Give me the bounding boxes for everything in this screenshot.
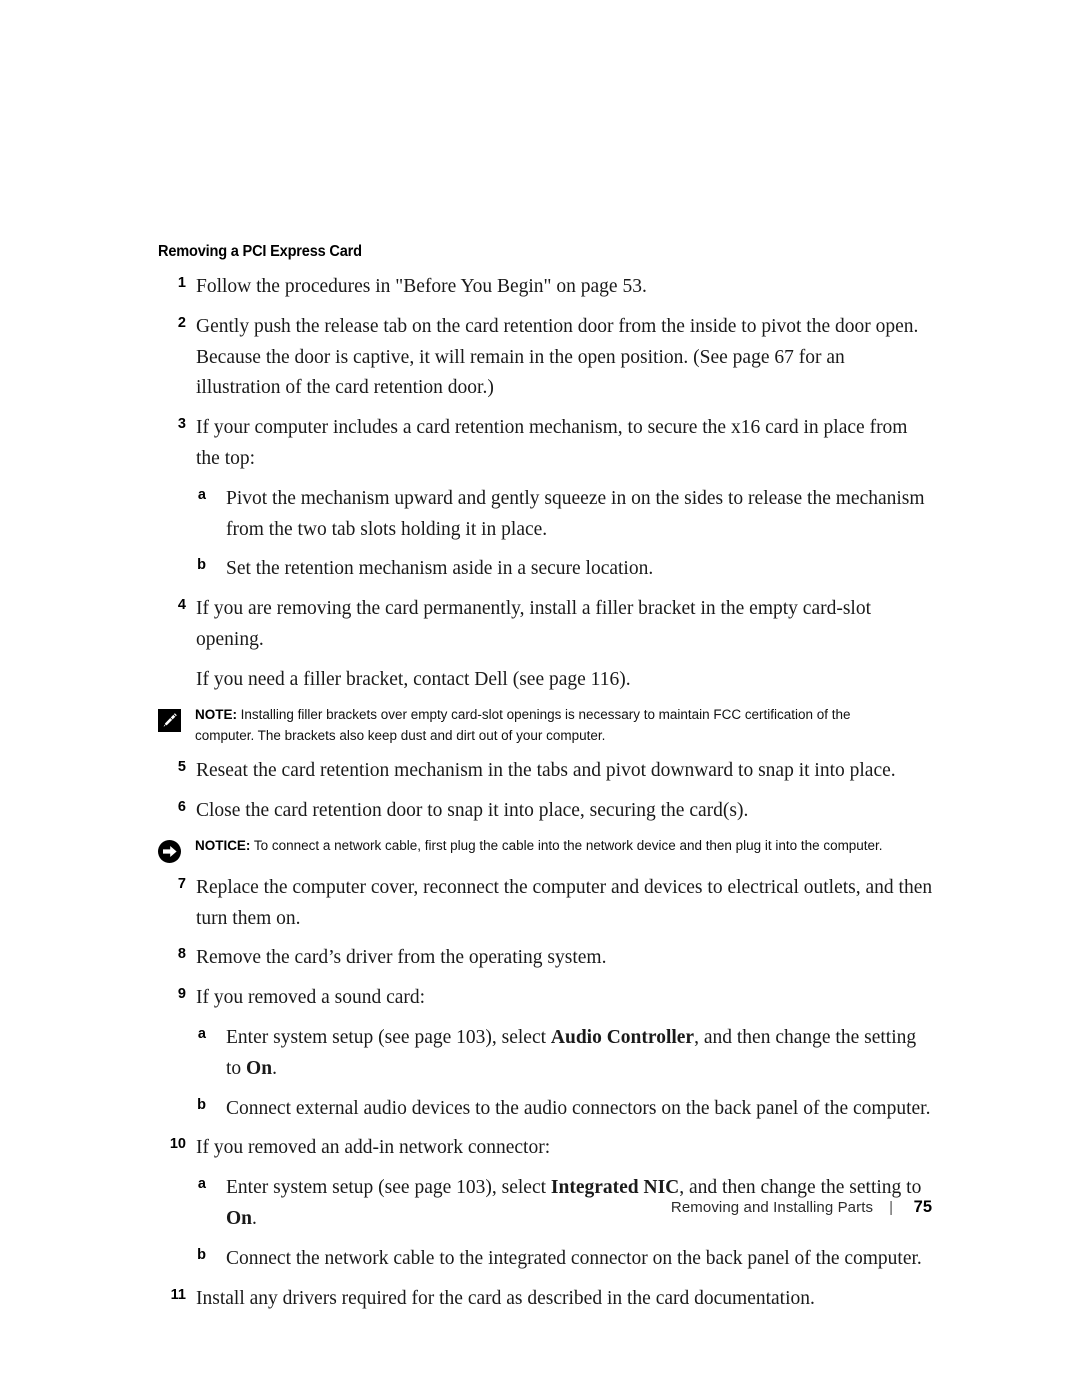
step-marker: 3 <box>177 416 186 433</box>
numbered-step: 6 Close the card retention door to snap i… <box>158 796 934 827</box>
footer-chapter-title: Removing and Installing Parts <box>670 1199 874 1216</box>
notice-callout-label: NOTICE: <box>195 837 251 854</box>
step-marker: b <box>197 1096 206 1113</box>
step-text: Set the retention mechanism aside in a s… <box>226 554 934 585</box>
lettered-substep: a Enter system setup (see page 103), sele… <box>196 1023 934 1085</box>
step-marker: 1 <box>177 275 186 291</box>
notice-callout-body: To connect a network cable, first plug t… <box>250 837 883 854</box>
procedure-step-list: 1 Follow the procedures in "Before You Be… <box>158 272 934 1314</box>
numbered-step: 8 Remove the card’s driver from the opera… <box>158 943 934 974</box>
step-text-run: Reseat the card retention mechanism in t… <box>196 760 896 782</box>
step-text: If your computer includes a card retenti… <box>196 413 934 475</box>
notice-callout: NOTICE: To connect a network cable, firs… <box>158 836 934 864</box>
step-text: Connect the network cable to the integra… <box>226 1244 934 1275</box>
step-text: Enter system setup (see page 103), selec… <box>226 1023 934 1085</box>
step-marker: 8 <box>177 946 186 963</box>
step-text-run: If your computer includes a card retenti… <box>196 417 908 469</box>
step-marker: 11 <box>170 1286 186 1303</box>
page-content: Removing a PCI Express Card 1 Follow the … <box>158 243 934 1323</box>
step-marker: a <box>197 1025 206 1042</box>
numbered-step: 9 If you removed a sound card: <box>158 983 934 1014</box>
note-callout-text: NOTE: Installing filler brackets over em… <box>195 705 897 748</box>
step-text-run: Gently push the release tab on the card … <box>196 315 919 399</box>
step-marker: 5 <box>177 759 186 776</box>
step-text-run: If you removed an add-in network connect… <box>196 1137 551 1159</box>
emphasis-text: Integrated NIC <box>550 1177 680 1199</box>
step-text-run: Connect the network cable to the integra… <box>226 1247 922 1269</box>
step-continuation-text: If you need a filler bracket, contact De… <box>196 668 631 690</box>
step-text-run: If you are removing the card permanently… <box>196 598 872 650</box>
lettered-substep: b Connect the network cable to the integr… <box>196 1244 934 1275</box>
step-text-run: Enter system setup (see page 103), selec… <box>226 1177 551 1199</box>
numbered-step: 2 Gently push the release tab on the card… <box>158 312 934 404</box>
notice-callout-text: NOTICE: To connect a network cable, firs… <box>195 836 897 857</box>
emphasis-text: On <box>246 1057 273 1079</box>
step-marker: a <box>197 486 206 503</box>
step-text-run: Remove the card’s driver from the operat… <box>196 947 607 969</box>
lettered-substep: b Set the retention mechanism aside in a … <box>196 554 934 585</box>
step-text-run: Install any drivers required for the car… <box>196 1287 815 1309</box>
lettered-substep: a Pivot the mechanism upward and gently s… <box>196 484 934 546</box>
step-text-run: Connect external audio devices to the au… <box>226 1097 931 1119</box>
step-marker: 6 <box>177 798 186 815</box>
step-text: Connect external audio devices to the au… <box>226 1094 934 1125</box>
step-text-run: Replace the computer cover, reconnect th… <box>196 876 933 929</box>
numbered-step: 1 Follow the procedures in "Before You Be… <box>158 272 934 303</box>
step-text: Close the card retention door to snap it… <box>196 796 934 827</box>
step-text: Gently push the release tab on the card … <box>196 312 934 404</box>
step-text-run: Enter system setup (see page 103), selec… <box>226 1026 551 1048</box>
step-text: Install any drivers required for the car… <box>196 1284 934 1315</box>
step-marker: a <box>197 1176 206 1193</box>
page-title: Removing a PCI Express Card <box>158 243 362 260</box>
lettered-substep: b Connect external audio devices to the a… <box>196 1094 934 1125</box>
numbered-step: 3 If your computer includes a card retent… <box>158 413 934 475</box>
step-marker: 2 <box>177 314 186 331</box>
step-marker: b <box>197 557 206 574</box>
step-text-run: Pivot the mechanism upward and gently sq… <box>226 487 925 540</box>
numbered-step: 11 Install any drivers required for the c… <box>158 1284 934 1315</box>
note-callout-body: Installing filler brackets over empty ca… <box>195 706 851 744</box>
step-text-run: Close the card retention door to snap it… <box>196 799 749 821</box>
numbered-step: 7 Replace the computer cover, reconnect t… <box>158 873 934 935</box>
page-footer: Removing and Installing Parts | 75 <box>0 1198 934 1217</box>
footer-separator: | <box>889 1199 893 1216</box>
footer-page-number: 75 <box>913 1198 932 1216</box>
step-text: Pivot the mechanism upward and gently sq… <box>226 484 934 546</box>
numbered-step: 5 Reseat the card retention mechanism in … <box>158 756 934 787</box>
step-text: Follow the procedures in "Before You Beg… <box>196 272 934 303</box>
step-text: Reseat the card retention mechanism in t… <box>196 756 934 787</box>
step-text: Remove the card’s driver from the operat… <box>196 943 934 974</box>
step-text-run: Follow the procedures in "Before You Beg… <box>196 276 647 297</box>
step-text-run: , and then change the setting to <box>679 1177 922 1199</box>
step-marker: 10 <box>169 1136 186 1153</box>
step-text: If you removed an add-in network connect… <box>196 1133 934 1164</box>
step-text: If you removed a sound card: <box>196 983 934 1014</box>
numbered-step: 4 If you are removing the card permanentl… <box>158 594 934 656</box>
step-text-run: . <box>272 1057 277 1079</box>
step-text: If you are removing the card permanently… <box>196 594 934 656</box>
step-marker: 9 <box>177 986 186 1003</box>
note-callout-label: NOTE: <box>195 706 237 723</box>
step-marker: b <box>197 1246 206 1263</box>
step-marker: 4 <box>177 597 186 614</box>
step-text: Replace the computer cover, reconnect th… <box>196 873 934 935</box>
numbered-step: 10 If you removed an add-in network conne… <box>158 1133 934 1164</box>
emphasis-text: Audio Controller <box>550 1026 695 1048</box>
notice-arrow-icon <box>158 839 182 864</box>
note-pencil-icon <box>158 708 182 733</box>
document-page: Removing a PCI Express Card 1 Follow the … <box>0 0 1080 1397</box>
step-text-run: If you removed a sound card: <box>196 987 426 1009</box>
step-marker: 7 <box>177 875 186 892</box>
step-text-run: Set the retention mechanism aside in a s… <box>226 558 654 580</box>
note-callout: NOTE: Installing filler brackets over em… <box>158 705 934 748</box>
